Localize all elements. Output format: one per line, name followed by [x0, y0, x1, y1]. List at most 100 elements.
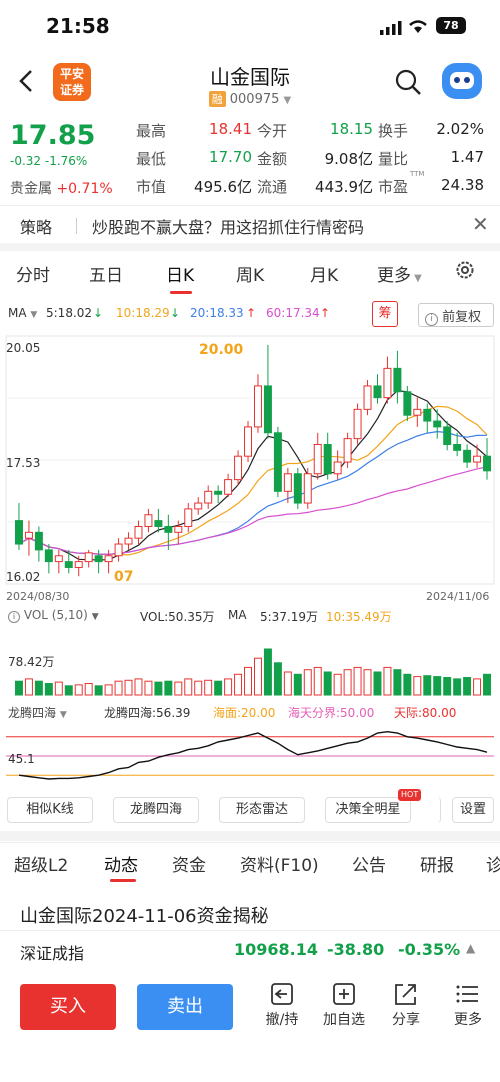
pattern-radar-button[interactable]: 形态雷达 — [219, 797, 305, 823]
tab-more[interactable]: 更多 ▼ — [377, 261, 422, 286]
settings-button[interactable]: 设置 — [452, 797, 494, 823]
candle — [104, 555, 113, 563]
triangle-up-icon[interactable]: ▲ — [466, 941, 475, 955]
candle — [44, 549, 53, 563]
index-ticker[interactable]: 深证成指 10968.14 -38.80 -0.35% ▲ — [0, 930, 500, 968]
tab-research[interactable]: 研报 — [420, 851, 454, 876]
candle — [443, 426, 452, 445]
volume-bar — [174, 681, 183, 696]
candle — [253, 385, 262, 428]
tab-super-l2[interactable]: 超级L2 — [14, 851, 68, 876]
tab-f10[interactable]: 资料(F10) — [240, 851, 319, 876]
tab-monthly-k[interactable]: 月K — [310, 261, 338, 286]
info-icon: i — [425, 313, 438, 326]
tab-daily-k[interactable]: 日K — [166, 261, 194, 286]
candle — [333, 461, 342, 475]
candle — [164, 525, 173, 533]
volume-bar — [383, 666, 392, 696]
chip-distribution-button[interactable]: 筹 — [372, 301, 398, 327]
volume-bar — [413, 676, 422, 696]
quote-panel: 17.85 -0.32 -1.76% 贵金属 +0.71% 最高 18.41 今开 1… — [0, 116, 500, 206]
volume-bar — [194, 680, 203, 696]
quote-value: 18.15 — [330, 120, 373, 138]
arrow-down-icon: ↓ — [170, 306, 181, 320]
indicator-selector[interactable]: 龙腾四海 ▼ — [8, 704, 67, 721]
quote-value: 24.38 — [441, 176, 484, 194]
tab-announcements[interactable]: 公告 — [352, 851, 386, 876]
gear-icon — [456, 261, 474, 279]
kline-svg — [5, 335, 495, 585]
candle — [483, 455, 492, 472]
tab-five-day[interactable]: 五日 — [89, 261, 123, 286]
volume-bar — [353, 666, 362, 696]
sector-label: 贵金属 — [10, 181, 52, 197]
back-button[interactable] — [16, 67, 36, 100]
adjust-mode-button[interactable]: i 前复权 — [418, 303, 494, 327]
y-axis-mid: 17.53 — [6, 456, 41, 470]
candle — [273, 432, 282, 492]
similar-kline-button[interactable]: 相似K线 — [7, 797, 93, 823]
candle — [303, 473, 312, 504]
share-label: 分享 — [392, 1012, 420, 1028]
sector-change[interactable]: 贵金属 +0.71% — [10, 178, 113, 198]
indicator-chart[interactable]: 45.1 — [0, 722, 500, 792]
ma-line — [18, 430, 488, 555]
chart-settings-button[interactable] — [454, 259, 476, 286]
ma20-value: 20:18.33 — [190, 306, 244, 320]
add-watchlist-label: 加自选 — [323, 1012, 365, 1028]
decision-star-button[interactable]: 决策全明星 — [325, 797, 411, 823]
candle — [323, 443, 332, 475]
tab-weekly-k[interactable]: 周K — [236, 261, 264, 286]
margin-tag: 融 — [208, 91, 226, 107]
tab-news[interactable]: 动态 — [104, 851, 138, 876]
volume-ma10: 10:35.49万 — [326, 610, 392, 624]
arrow-down-icon: ↓ — [93, 306, 104, 320]
volume-indicator-selector[interactable]: i VOL (5,10) ▼ — [8, 608, 99, 623]
volume-bar — [34, 680, 43, 696]
candle — [64, 561, 73, 568]
candle — [383, 367, 392, 399]
sell-button[interactable]: 卖出 — [137, 984, 233, 1030]
buy-button[interactable]: 买入 — [20, 984, 116, 1030]
kline-chart[interactable]: 20.05 17.53 16.02 20.00 07 2024/08/30 20… — [0, 330, 500, 603]
search-button[interactable] — [393, 67, 423, 97]
logo-line-1: 平安 — [59, 67, 84, 81]
index-change: -38.80 — [327, 940, 385, 959]
broker-logo: 平安 证券 — [53, 63, 91, 101]
volume-bar — [144, 680, 153, 696]
ma-line — [18, 466, 488, 555]
volume-bar — [453, 678, 462, 696]
price-change: -0.32 -1.76% — [10, 154, 88, 168]
cancel-hold-button[interactable]: 撤/持 — [257, 981, 307, 1029]
indicator-legend: 龙腾四海 ▼ 龙腾四海:56.39 海面:20.00 海天分界:50.00 天际… — [0, 703, 500, 723]
quote-label: 最高 — [136, 122, 167, 140]
close-icon[interactable]: ✕ — [472, 212, 489, 236]
longteng-line — [18, 730, 488, 780]
volume-chart[interactable] — [0, 645, 500, 697]
ma-line — [18, 405, 488, 556]
volume-indicator-label: VOL (5,10) — [23, 608, 88, 622]
quote-value: 1.47 — [450, 148, 484, 166]
quote-label: 金额 — [257, 150, 288, 168]
article-title[interactable]: 山金国际2024-11-06资金揭秘 — [20, 902, 269, 928]
candle — [34, 531, 43, 551]
candle — [134, 525, 143, 539]
tab-intraday[interactable]: 分时 — [16, 261, 50, 286]
strategy-banner[interactable]: 策略 炒股跑不赢大盘？用这招抓住行情密码 ✕ — [0, 205, 500, 243]
volume-ma5: 5:37.19万 — [260, 610, 319, 624]
more-button[interactable]: 更多 — [443, 981, 493, 1029]
share-button[interactable]: 分享 — [381, 981, 431, 1029]
quote-value: 17.70 — [209, 148, 252, 166]
ma-selector[interactable]: MA ▼ — [8, 306, 37, 320]
longteng-button[interactable]: 龙腾四海 — [113, 797, 199, 823]
index-name: 深证成指 — [20, 944, 85, 963]
candle — [74, 561, 83, 568]
volume-bar — [124, 679, 133, 696]
assistant-robot-icon[interactable] — [442, 63, 482, 99]
add-watchlist-button[interactable]: 加自选 — [319, 981, 369, 1029]
candle — [94, 555, 103, 563]
tab-funds[interactable]: 资金 — [172, 851, 206, 876]
candle — [204, 490, 213, 504]
volume-bar — [204, 679, 213, 696]
tab-diagnosis[interactable]: 诊 — [486, 851, 500, 876]
